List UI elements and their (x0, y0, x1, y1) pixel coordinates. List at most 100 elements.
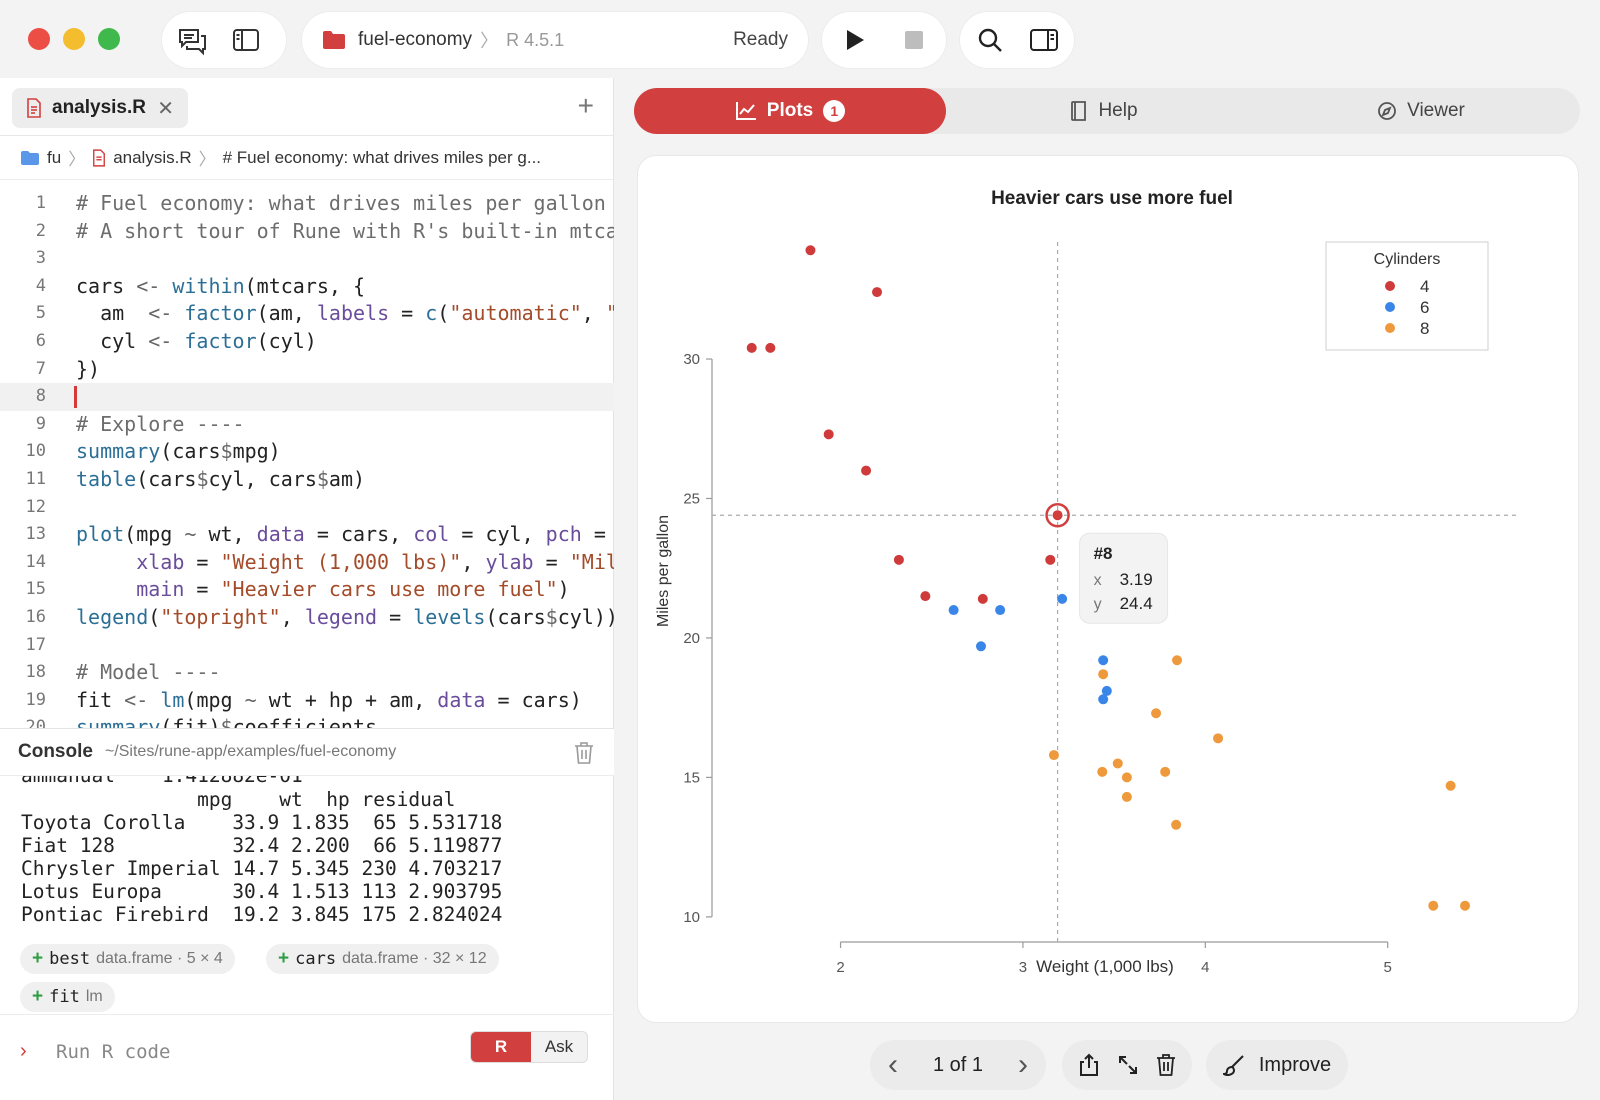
breadcrumb-folder[interactable]: fu (47, 148, 61, 168)
improve-label: Improve (1258, 1053, 1332, 1076)
code-line[interactable]: 13 plot(mpg ~ wt, data = cars, col = cyl,… (0, 521, 614, 549)
plot-actions (1062, 1040, 1192, 1090)
code-line[interactable]: 18 # Model ---- (0, 659, 614, 687)
project-name[interactable]: fuel-economy (358, 29, 472, 51)
code-line[interactable]: 16 legend("topright", legend = levels(car… (0, 604, 614, 632)
zoom-window-button[interactable] (98, 28, 120, 50)
y-tick-label: 20 (683, 630, 700, 647)
legend-entry: 4 (1420, 277, 1429, 296)
data-point-cyl-4 (823, 429, 834, 440)
tab-viewer[interactable]: Viewer (1262, 88, 1580, 134)
page-indicator: 1 of 1 (932, 1053, 984, 1076)
code-line[interactable]: 5 am <- factor(am, labels = c("automatic… (0, 300, 614, 328)
code-line[interactable]: 7}) (0, 356, 614, 384)
book-icon (1070, 101, 1088, 121)
code-line[interactable]: 19 fit <- lm(mpg ~ wt + hp + am, data = c… (0, 687, 614, 715)
data-point-cyl-8 (1171, 819, 1182, 830)
breadcrumb-file[interactable]: analysis.R (113, 148, 191, 168)
plus-icon: + (32, 986, 44, 1007)
legend-swatch (1385, 281, 1395, 291)
expand-icon[interactable] (1117, 1054, 1139, 1076)
tooltip-title: #8 (1094, 544, 1113, 563)
data-point-cyl-8 (1121, 791, 1132, 802)
code-line[interactable]: 2 # A short tour of Rune with R's built-i… (0, 218, 614, 246)
improve-button[interactable]: Improve (1206, 1040, 1348, 1090)
close-window-button[interactable] (28, 28, 50, 50)
line-number: 10 (25, 441, 46, 462)
x-tick-label: 5 (1384, 959, 1392, 976)
close-tab-icon[interactable]: ✕ (157, 96, 174, 121)
chart-title: Heavier cars use more fuel (991, 188, 1233, 209)
code-line[interactable]: 4 cars <- within(mtcars, { (0, 273, 614, 301)
code-line[interactable]: 11 table(cars$cyl, cars$am) (0, 466, 614, 494)
line-code: # Explore ---- (76, 411, 245, 436)
delete-plot-trash-icon[interactable] (1156, 1053, 1176, 1077)
code-line[interactable]: 17 (0, 632, 614, 660)
selected-point (1053, 511, 1062, 520)
status-text: Ready (733, 29, 788, 50)
tab-help[interactable]: Help (946, 88, 1262, 134)
tab-plots-label: Plots (766, 100, 814, 121)
line-number: 19 (25, 689, 46, 710)
share-icon[interactable] (1078, 1053, 1100, 1077)
mode-r-button[interactable]: R (471, 1032, 531, 1062)
search-icon[interactable] (970, 20, 1010, 60)
tab-plots[interactable]: Plots 1 (634, 88, 946, 134)
code-line[interactable]: 8 (0, 383, 614, 411)
prev-plot-button[interactable]: ‹ (888, 1050, 898, 1080)
mode-ask-button[interactable]: Ask (531, 1032, 587, 1062)
code-editor[interactable]: 1 # Fuel economy: what drives miles per g… (0, 180, 614, 728)
line-code: fit <- lm(mpg ~ wt + hp + am, data = car… (76, 687, 582, 712)
code-line[interactable]: 10 summary(cars$mpg) (0, 438, 614, 466)
code-line[interactable]: 1 # Fuel economy: what drives miles per g… (0, 190, 614, 218)
tooltip-y-value: 24.4 (1120, 594, 1153, 613)
line-code: # A short tour of Rune with R's built-in… (76, 218, 614, 243)
clear-console-trash-icon[interactable] (574, 741, 594, 770)
line-number: 6 (35, 331, 46, 351)
data-point-cyl-8 (1160, 766, 1171, 777)
r-file-icon (92, 148, 106, 167)
console-output: ammanual 1.412882e-01 mpg wt hp residual… (0, 776, 614, 936)
new-tab-button[interactable]: + (578, 92, 594, 120)
object-chip-cars[interactable]: + cars data.frame · 32 × 12 (266, 944, 499, 974)
chat-icon[interactable] (172, 20, 212, 60)
breadcrumb-section[interactable]: # Fuel economy: what drives miles per g.… (223, 148, 541, 168)
sidebar-right-icon[interactable] (1024, 20, 1064, 60)
data-point-cyl-6 (995, 605, 1006, 616)
line-code: cars <- within(mtcars, { (76, 273, 366, 298)
code-line[interactable]: 15 main = "Heavier cars use more fuel") (0, 576, 614, 604)
code-line[interactable]: 20 summary(fit)$coefficients (0, 714, 614, 728)
console-input[interactable]: Run R code (56, 1041, 170, 1063)
breadcrumb: fu 〉 analysis.R 〉 # Fuel economy: what d… (0, 136, 614, 180)
line-code: main = "Heavier cars use more fuel") (136, 577, 570, 602)
console-title: Console (18, 741, 93, 762)
console-table-row: Pontiac Firebird 19.2 3.845 175 2.824024 (21, 903, 503, 926)
y-tick-label: 10 (683, 909, 700, 926)
data-point-cyl-8 (1172, 655, 1183, 666)
file-tab-analysis[interactable]: analysis.R ✕ (12, 88, 188, 128)
console-header: Console ~/Sites/rune-app/examples/fuel-e… (0, 728, 614, 776)
code-line[interactable]: 3 (0, 245, 614, 273)
plots-count-badge: 1 (823, 100, 846, 122)
console-table-row: Lotus Europa 30.4 1.513 113 2.903795 (21, 880, 503, 903)
folder-icon (20, 150, 40, 166)
data-point-cyl-8 (1097, 766, 1108, 777)
console-input-row: › Run R code R Ask (0, 1014, 614, 1100)
object-chip-best[interactable]: + best data.frame · 5 × 4 (20, 944, 235, 974)
code-line[interactable]: 12 (0, 494, 614, 522)
object-chip-fit[interactable]: + fit lm (20, 982, 115, 1012)
run-button[interactable] (834, 20, 874, 60)
data-point-cyl-4 (1045, 554, 1056, 565)
x-tick-label: 3 (1019, 959, 1027, 976)
minimize-window-button[interactable] (63, 28, 85, 50)
scatter-plot[interactable]: Heavier cars use more fuel 10 15 20 25 30 2 3 4 5… (638, 156, 1578, 1022)
data-point-cyl-6 (1098, 694, 1109, 705)
code-line[interactable]: 9 # Explore ---- (0, 411, 614, 439)
search-panel-group (960, 12, 1074, 68)
stop-button[interactable] (894, 20, 934, 60)
code-line[interactable]: 6 cyl <- factor(cyl) (0, 328, 614, 356)
data-point-cyl-4 (746, 342, 757, 353)
sidebar-left-icon[interactable] (226, 20, 266, 60)
code-line[interactable]: 14 xlab = "Weight (1,000 lbs)", ylab = "… (0, 549, 614, 577)
next-plot-button[interactable]: › (1018, 1050, 1028, 1080)
